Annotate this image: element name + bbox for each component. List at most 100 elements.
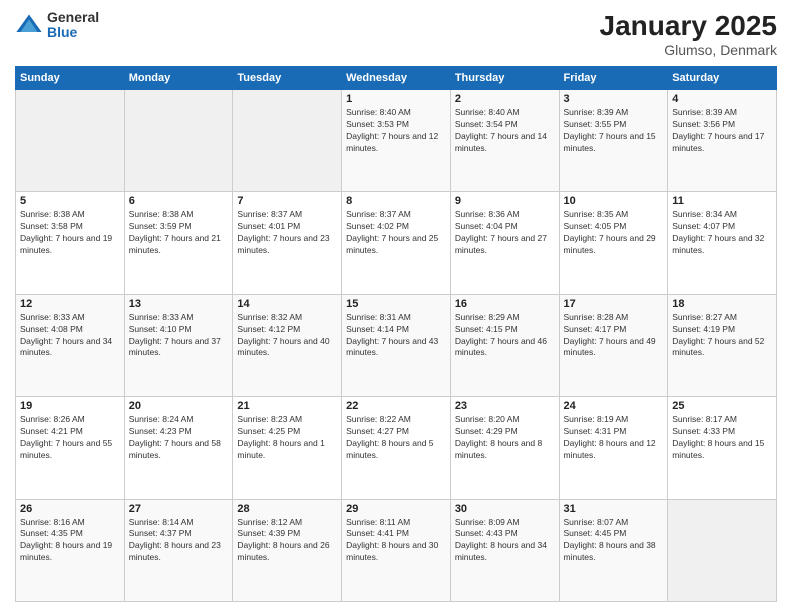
day-number: 13 — [129, 298, 229, 310]
header-tuesday: Tuesday — [233, 67, 342, 90]
day-number: 25 — [672, 400, 772, 412]
day-number: 18 — [672, 298, 772, 310]
day-number: 20 — [129, 400, 229, 412]
table-row: 4 Sunrise: 8:39 AMSunset: 3:56 PMDaylight… — [668, 90, 777, 192]
table-row — [668, 499, 777, 601]
day-number: 6 — [129, 195, 229, 207]
calendar-week-row: 19Sunrise: 8:26 AMSunset: 4:21 PMDayligh… — [16, 397, 777, 499]
day-number: 14 — [237, 298, 337, 310]
day-number: 3 — [564, 93, 664, 105]
table-row: 27 Sunrise: 8:14 AMSunset: 4:37 PMDayligh… — [124, 499, 233, 601]
day-number: 9 — [455, 195, 555, 207]
logo-general-text: General — [47, 10, 99, 25]
table-row: 30 Sunrise: 8:09 AMSunset: 4:43 PMDayligh… — [450, 499, 559, 601]
table-row: 11 Sunrise: 8:34 AMSunset: 4:07 PMDayligh… — [668, 192, 777, 294]
table-row: 1 Sunrise: 8:40 AMSunset: 3:53 PMDaylight… — [342, 90, 451, 192]
day-info: Sunrise: 8:23 AMSunset: 4:25 PMDaylight:… — [237, 414, 337, 462]
header-monday: Monday — [124, 67, 233, 90]
page: General Blue January 2025 Glumso, Denmar… — [0, 0, 792, 612]
header-saturday: Saturday — [668, 67, 777, 90]
day-number: 23 — [455, 400, 555, 412]
calendar-week-row: 1 Sunrise: 8:40 AMSunset: 3:53 PMDaylight… — [16, 90, 777, 192]
day-number: 15 — [346, 298, 446, 310]
calendar-table: Sunday Monday Tuesday Wednesday Thursday… — [15, 66, 777, 602]
table-row: 17Sunrise: 8:28 AMSunset: 4:17 PMDayligh… — [559, 294, 668, 396]
day-info: Sunrise: 8:40 AMSunset: 3:53 PMDaylight:… — [346, 107, 446, 155]
day-number: 11 — [672, 195, 772, 207]
calendar-subtitle: Glumso, Denmark — [600, 42, 777, 58]
day-info: Sunrise: 8:07 AMSunset: 4:45 PMDaylight:… — [564, 517, 664, 565]
day-number: 22 — [346, 400, 446, 412]
day-number: 30 — [455, 503, 555, 515]
day-info: Sunrise: 8:38 AMSunset: 3:59 PMDaylight:… — [129, 209, 229, 257]
day-info: Sunrise: 8:14 AMSunset: 4:37 PMDaylight:… — [129, 517, 229, 565]
day-info: Sunrise: 8:39 AMSunset: 3:56 PMDaylight:… — [672, 107, 772, 155]
table-row: 9 Sunrise: 8:36 AMSunset: 4:04 PMDaylight… — [450, 192, 559, 294]
day-info: Sunrise: 8:36 AMSunset: 4:04 PMDaylight:… — [455, 209, 555, 257]
day-number: 1 — [346, 93, 446, 105]
table-row: 26Sunrise: 8:16 AMSunset: 4:35 PMDayligh… — [16, 499, 125, 601]
table-row: 5Sunrise: 8:38 AMSunset: 3:58 PMDaylight… — [16, 192, 125, 294]
day-info: Sunrise: 8:37 AMSunset: 4:02 PMDaylight:… — [346, 209, 446, 257]
day-info: Sunrise: 8:17 AMSunset: 4:33 PMDaylight:… — [672, 414, 772, 462]
day-info: Sunrise: 8:35 AMSunset: 4:05 PMDaylight:… — [564, 209, 664, 257]
day-info: Sunrise: 8:27 AMSunset: 4:19 PMDaylight:… — [672, 312, 772, 360]
day-info: Sunrise: 8:26 AMSunset: 4:21 PMDaylight:… — [20, 414, 120, 462]
day-info: Sunrise: 8:24 AMSunset: 4:23 PMDaylight:… — [129, 414, 229, 462]
day-number: 24 — [564, 400, 664, 412]
day-number: 16 — [455, 298, 555, 310]
header-wednesday: Wednesday — [342, 67, 451, 90]
logo-blue-text: Blue — [47, 25, 99, 40]
day-info: Sunrise: 8:20 AMSunset: 4:29 PMDaylight:… — [455, 414, 555, 462]
table-row: 28 Sunrise: 8:12 AMSunset: 4:39 PMDayligh… — [233, 499, 342, 601]
calendar-title: January 2025 — [600, 10, 777, 42]
day-info: Sunrise: 8:34 AMSunset: 4:07 PMDaylight:… — [672, 209, 772, 257]
header-sunday: Sunday — [16, 67, 125, 90]
logo: General Blue — [15, 10, 99, 41]
day-number: 17 — [564, 298, 664, 310]
header-friday: Friday — [559, 67, 668, 90]
title-block: January 2025 Glumso, Denmark — [600, 10, 777, 58]
day-number: 27 — [129, 503, 229, 515]
day-number: 31 — [564, 503, 664, 515]
weekday-header-row: Sunday Monday Tuesday Wednesday Thursday… — [16, 67, 777, 90]
day-number: 4 — [672, 93, 772, 105]
table-row: 2Sunrise: 8:40 AMSunset: 3:54 PMDaylight… — [450, 90, 559, 192]
day-number: 2 — [455, 93, 555, 105]
day-info: Sunrise: 8:37 AMSunset: 4:01 PMDaylight:… — [237, 209, 337, 257]
table-row: 15 Sunrise: 8:31 AMSunset: 4:14 PMDayligh… — [342, 294, 451, 396]
day-info: Sunrise: 8:31 AMSunset: 4:14 PMDaylight:… — [346, 312, 446, 360]
calendar-week-row: 5Sunrise: 8:38 AMSunset: 3:58 PMDaylight… — [16, 192, 777, 294]
day-number: 10 — [564, 195, 664, 207]
day-info: Sunrise: 8:33 AMSunset: 4:08 PMDaylight:… — [20, 312, 120, 360]
table-row: 16 Sunrise: 8:29 AMSunset: 4:15 PMDayligh… — [450, 294, 559, 396]
day-info: Sunrise: 8:11 AMSunset: 4:41 PMDaylight:… — [346, 517, 446, 565]
table-row: 3 Sunrise: 8:39 AMSunset: 3:55 PMDaylight… — [559, 90, 668, 192]
day-number: 28 — [237, 503, 337, 515]
table-row: 20 Sunrise: 8:24 AMSunset: 4:23 PMDayligh… — [124, 397, 233, 499]
day-number: 8 — [346, 195, 446, 207]
day-info: Sunrise: 8:38 AMSunset: 3:58 PMDaylight:… — [20, 209, 120, 257]
table-row — [16, 90, 125, 192]
table-row: 29 Sunrise: 8:11 AMSunset: 4:41 PMDayligh… — [342, 499, 451, 601]
day-info: Sunrise: 8:12 AMSunset: 4:39 PMDaylight:… — [237, 517, 337, 565]
day-info: Sunrise: 8:32 AMSunset: 4:12 PMDaylight:… — [237, 312, 337, 360]
table-row: 6 Sunrise: 8:38 AMSunset: 3:59 PMDaylight… — [124, 192, 233, 294]
logo-icon — [15, 11, 43, 39]
day-info: Sunrise: 8:39 AMSunset: 3:55 PMDaylight:… — [564, 107, 664, 155]
day-number: 29 — [346, 503, 446, 515]
table-row — [124, 90, 233, 192]
calendar-week-row: 26Sunrise: 8:16 AMSunset: 4:35 PMDayligh… — [16, 499, 777, 601]
table-row: 19Sunrise: 8:26 AMSunset: 4:21 PMDayligh… — [16, 397, 125, 499]
table-row: 22Sunrise: 8:22 AMSunset: 4:27 PMDayligh… — [342, 397, 451, 499]
table-row: 10 Sunrise: 8:35 AMSunset: 4:05 PMDayligh… — [559, 192, 668, 294]
table-row: 24Sunrise: 8:19 AMSunset: 4:31 PMDayligh… — [559, 397, 668, 499]
table-row: 23 Sunrise: 8:20 AMSunset: 4:29 PMDayligh… — [450, 397, 559, 499]
day-info: Sunrise: 8:29 AMSunset: 4:15 PMDaylight:… — [455, 312, 555, 360]
day-number: 7 — [237, 195, 337, 207]
day-info: Sunrise: 8:09 AMSunset: 4:43 PMDaylight:… — [455, 517, 555, 565]
header: General Blue January 2025 Glumso, Denmar… — [15, 10, 777, 58]
table-row: 7 Sunrise: 8:37 AMSunset: 4:01 PMDaylight… — [233, 192, 342, 294]
table-row: 18 Sunrise: 8:27 AMSunset: 4:19 PMDayligh… — [668, 294, 777, 396]
table-row: 31 Sunrise: 8:07 AMSunset: 4:45 PMDayligh… — [559, 499, 668, 601]
